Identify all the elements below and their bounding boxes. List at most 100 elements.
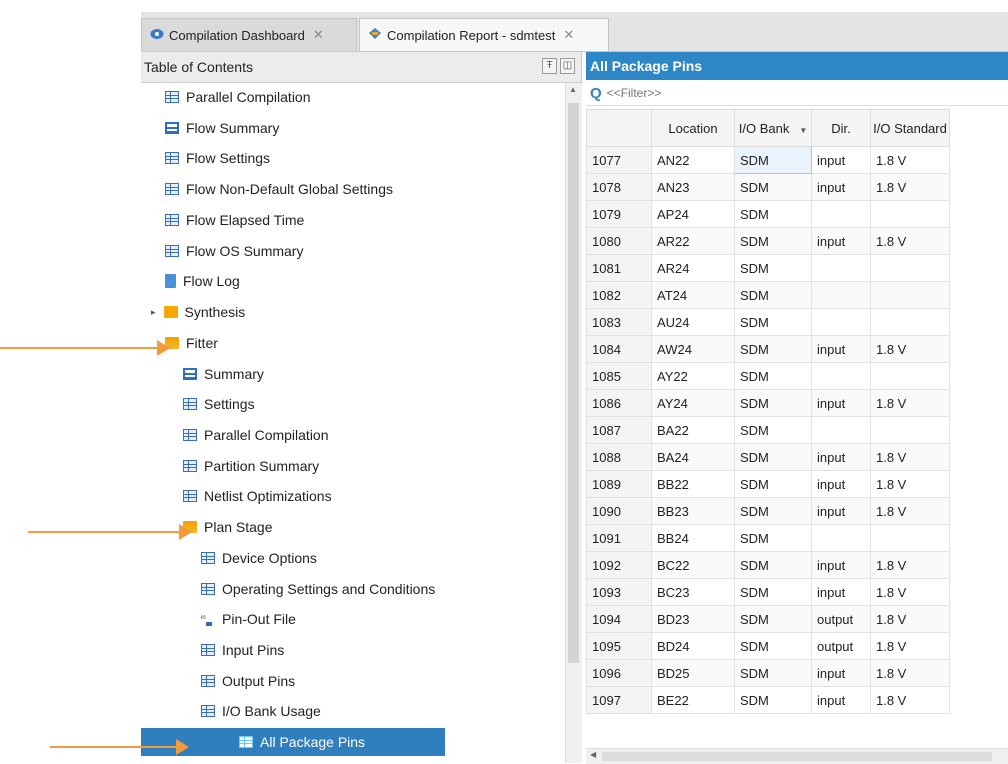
row-number-cell[interactable]: 1078 <box>586 173 652 201</box>
sort-arrow-icon[interactable]: ▼ <box>799 126 807 135</box>
table-cell[interactable]: 1.8 V <box>870 146 950 174</box>
row-number-cell[interactable]: 1096 <box>586 659 652 687</box>
table-cell[interactable]: SDM <box>734 389 812 417</box>
table-row[interactable]: 1089 BB22 SDM input 1.8 V <box>586 470 950 498</box>
table-cell[interactable]: SDM <box>734 632 812 660</box>
toc-item[interactable]: I/O Bank Usage <box>201 697 321 725</box>
table-cell[interactable]: input <box>811 686 871 714</box>
table-cell[interactable] <box>870 416 950 444</box>
table-cell[interactable] <box>811 362 871 390</box>
table-cell[interactable]: SDM <box>734 470 812 498</box>
toc-item[interactable]: Output Pins <box>201 667 295 695</box>
filter-input[interactable] <box>604 85 809 101</box>
row-number-cell[interactable]: 1082 <box>586 281 652 309</box>
table-cell[interactable] <box>811 200 871 228</box>
toc-item[interactable]: Plan Stage <box>183 513 273 541</box>
row-number-cell[interactable]: 1085 <box>586 362 652 390</box>
row-number-cell[interactable]: 1087 <box>586 416 652 444</box>
table-cell[interactable]: SDM <box>734 173 812 201</box>
table-cell[interactable]: BA24 <box>651 443 735 471</box>
table-cell[interactable]: 1.8 V <box>870 632 950 660</box>
table-cell[interactable]: input <box>811 335 871 363</box>
table-cell[interactable]: AR22 <box>651 227 735 255</box>
scrollbar-thumb[interactable] <box>602 752 992 761</box>
table-row[interactable]: 1094 BD23 SDM output 1.8 V <box>586 605 950 633</box>
table-row[interactable]: 1095 BD24 SDM output 1.8 V <box>586 632 950 660</box>
table-cell[interactable] <box>811 416 871 444</box>
table-cell[interactable] <box>870 362 950 390</box>
row-number-cell[interactable]: 1094 <box>586 605 652 633</box>
column-header[interactable]: I/O Bank ▼ <box>734 109 812 147</box>
scrollbar-thumb[interactable] <box>568 103 579 663</box>
table-cell[interactable]: input <box>811 659 871 687</box>
table-cell[interactable]: AY24 <box>651 389 735 417</box>
table-cell[interactable]: SDM <box>734 686 812 714</box>
table-cell[interactable]: BE22 <box>651 686 735 714</box>
toc-item[interactable]: Flow Non-Default Global Settings <box>165 175 393 203</box>
table-cell[interactable]: 1.8 V <box>870 578 950 606</box>
table-cell[interactable]: 1.8 V <box>870 173 950 201</box>
toc-item[interactable]: Parallel Compilation <box>183 421 329 449</box>
toc-item[interactable]: Flow Summary <box>165 114 279 142</box>
toc-item[interactable]: Flow Elapsed Time <box>165 206 304 234</box>
row-number-cell[interactable]: 1088 <box>586 443 652 471</box>
row-number-cell[interactable]: 1077 <box>586 146 652 174</box>
table-row[interactable]: 1092 BC22 SDM input 1.8 V <box>586 551 950 579</box>
table-row[interactable]: 1097 BE22 SDM input 1.8 V <box>586 686 950 714</box>
toc-item[interactable]: Flow OS Summary <box>165 237 303 265</box>
table-cell[interactable]: SDM <box>734 227 812 255</box>
table-cell[interactable]: 1.8 V <box>870 389 950 417</box>
toc-item[interactable]: Device Options <box>201 544 317 572</box>
table-cell[interactable]: SDM <box>734 308 812 336</box>
table-cell[interactable]: 1.8 V <box>870 227 950 255</box>
table-cell[interactable]: BD24 <box>651 632 735 660</box>
table-cell[interactable]: output <box>811 632 871 660</box>
row-number-cell[interactable]: 1083 <box>586 308 652 336</box>
row-number-cell[interactable]: 1086 <box>586 389 652 417</box>
table-row[interactable]: 1078 AN23 SDM input 1.8 V <box>586 173 950 201</box>
table-cell[interactable]: 1.8 V <box>870 497 950 525</box>
row-number-cell[interactable]: 1084 <box>586 335 652 363</box>
table-cell[interactable]: input <box>811 173 871 201</box>
table-cell[interactable]: SDM <box>734 146 812 174</box>
table-cell[interactable]: SDM <box>734 200 812 228</box>
table-cell[interactable]: input <box>811 470 871 498</box>
table-cell[interactable]: 1.8 V <box>870 686 950 714</box>
toc-item[interactable]: Flow Log <box>165 267 240 295</box>
table-cell[interactable] <box>870 308 950 336</box>
table-row[interactable]: 1082 AT24 SDM <box>586 281 950 309</box>
row-number-cell[interactable]: 1097 <box>586 686 652 714</box>
table-cell[interactable]: BB24 <box>651 524 735 552</box>
table-row[interactable]: 1081 AR24 SDM <box>586 254 950 282</box>
toc-item[interactable]: ▸ Synthesis <box>151 298 245 326</box>
row-number-cell[interactable]: 1080 <box>586 227 652 255</box>
toc-item[interactable]: in Pin-Out File <box>201 605 296 633</box>
toc-item[interactable]: Flow Settings <box>165 144 270 172</box>
table-cell[interactable]: input <box>811 443 871 471</box>
table-cell[interactable]: 1.8 V <box>870 551 950 579</box>
column-header[interactable]: I/O Standard <box>870 109 950 147</box>
table-row[interactable]: 1090 BB23 SDM input 1.8 V <box>586 497 950 525</box>
toc-item[interactable]: Netlist Optimizations <box>183 482 332 510</box>
table-cell[interactable]: SDM <box>734 578 812 606</box>
row-number-cell[interactable]: 1079 <box>586 200 652 228</box>
table-horizontal-scrollbar[interactable]: ◀ <box>586 748 1008 764</box>
table-cell[interactable]: input <box>811 146 871 174</box>
table-cell[interactable]: 1.8 V <box>870 335 950 363</box>
table-row[interactable]: 1086 AY24 SDM input 1.8 V <box>586 389 950 417</box>
table-row[interactable]: 1080 AR22 SDM input 1.8 V <box>586 227 950 255</box>
table-cell[interactable]: 1.8 V <box>870 659 950 687</box>
table-cell[interactable]: SDM <box>734 254 812 282</box>
table-cell[interactable]: SDM <box>734 281 812 309</box>
table-row[interactable]: 1077 AN22 SDM input 1.8 V <box>586 146 950 174</box>
table-row[interactable]: 1087 BA22 SDM <box>586 416 950 444</box>
column-header[interactable]: Dir. <box>811 109 871 147</box>
toc-item[interactable]: Parallel Compilation <box>165 83 311 111</box>
table-cell[interactable]: SDM <box>734 335 812 363</box>
table-cell[interactable]: AR24 <box>651 254 735 282</box>
table-cell[interactable]: SDM <box>734 497 812 525</box>
table-cell[interactable]: input <box>811 497 871 525</box>
toc-item[interactable]: Operating Settings and Conditions <box>201 575 435 603</box>
table-cell[interactable]: BC23 <box>651 578 735 606</box>
scroll-up-icon[interactable]: ▲ <box>569 85 577 94</box>
